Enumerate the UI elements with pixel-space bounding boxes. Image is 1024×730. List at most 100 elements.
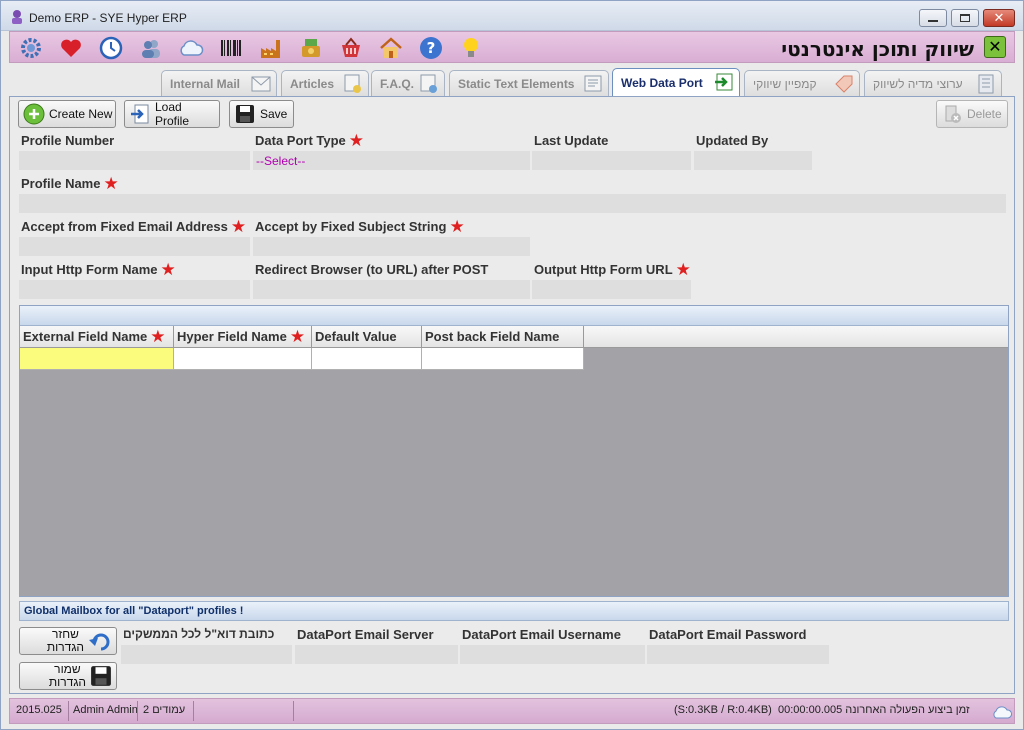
column-default-value[interactable]: Default Value [312, 326, 422, 348]
version-text: 2015.025 [16, 704, 62, 716]
text-elements-icon [584, 75, 602, 92]
minimize-icon [928, 20, 938, 22]
close-window-button[interactable]: ✕ [983, 9, 1015, 27]
email-server-field[interactable] [295, 645, 458, 664]
tab-label: Static Text Elements [458, 76, 575, 91]
svg-text:?: ? [427, 39, 436, 57]
barcode-icon[interactable] [218, 35, 244, 61]
grid-cell-external-field-name[interactable] [20, 348, 174, 370]
status-divider [193, 701, 194, 721]
required-star-icon: ★ [449, 216, 465, 236]
required-star-icon: ★ [675, 259, 691, 279]
clock-icon[interactable] [98, 35, 124, 61]
profile-number-label: Profile Number [21, 133, 115, 148]
tab-faq[interactable]: F.A.Q. [371, 70, 445, 96]
status-divider [68, 701, 69, 721]
redirect-url-field[interactable] [253, 280, 530, 299]
email-password-field[interactable] [647, 645, 829, 664]
status-divider [293, 701, 294, 721]
tab-marketing-channels[interactable]: ערוצי מדיה לשיווק [864, 70, 1002, 96]
redirect-url-label: Redirect Browser (to URL) after POST [255, 262, 489, 277]
home-icon[interactable] [378, 35, 404, 61]
grid-header-filler [584, 326, 1008, 348]
app-icon [12, 10, 22, 24]
accept-subject-label: Accept by Fixed Subject String ★ [255, 216, 465, 236]
accept-subject-field[interactable] [253, 237, 530, 256]
cloud-icon[interactable] [178, 35, 204, 61]
cash-register-icon[interactable] [298, 35, 324, 61]
delete-label: Delete [967, 107, 1002, 121]
profile-name-field[interactable] [19, 194, 1006, 213]
status-divider [137, 701, 138, 721]
global-email-label: כתובת דוא"ל לכל הממשקים [123, 627, 275, 641]
data-port-icon [715, 73, 733, 91]
column-post-back-field-name[interactable]: Post back Field Name [422, 326, 584, 348]
tab-label: ערוצי מדיה לשיווק [873, 76, 963, 91]
window-title: Demo ERP - SYE Hyper ERP [29, 11, 187, 25]
save-settings-label: שמור הגדרות [48, 662, 86, 689]
close-page-button[interactable]: ✕ [984, 36, 1006, 58]
lightbulb-icon[interactable] [458, 35, 484, 61]
basket-icon[interactable] [338, 35, 364, 61]
tab-marketing-campaign[interactable]: קמפיין שיווקי [744, 70, 860, 96]
load-icon [129, 103, 151, 125]
status-bar: 2015.025 Admin Admin 2 עמודים (S:0.3KB /… [9, 698, 1015, 724]
close-icon: ✕ [993, 10, 1005, 25]
tag-icon [835, 75, 853, 93]
data-port-type-select[interactable]: --Select-- [253, 151, 530, 170]
save-label: Save [260, 107, 288, 121]
maximize-button[interactable] [951, 9, 979, 27]
profile-number-field[interactable] [19, 151, 250, 170]
delete-icon [941, 103, 963, 125]
tab-articles[interactable]: Articles [281, 70, 369, 96]
user-text: Admin Admin [73, 704, 138, 716]
web-data-port-panel: Create New Load Profile Save Delete Prof… [9, 96, 1015, 694]
column-external-field-name[interactable]: External Field Name ★ [20, 326, 174, 348]
email-username-label: DataPort Email Username [462, 627, 621, 642]
grid-cell-hyper-field-name[interactable] [174, 348, 312, 370]
load-profile-button[interactable]: Load Profile [124, 100, 220, 128]
pages-text: 2 עמודים [143, 704, 186, 716]
help-icon[interactable]: ? [418, 35, 444, 61]
global-mailbox-section: Global Mailbox for all "Dataport" profil… [19, 601, 1009, 621]
accept-email-field[interactable] [19, 237, 250, 256]
data-port-type-label: Data Port Type ★ [255, 130, 365, 150]
updated-by-field[interactable] [694, 151, 812, 170]
tab-label: קמפיין שיווקי [753, 76, 817, 91]
output-form-field[interactable] [532, 280, 691, 299]
tab-label: Articles [290, 76, 335, 91]
close-icon: ✕ [988, 39, 1002, 56]
tab-static-text-elements[interactable]: Static Text Elements [449, 70, 609, 96]
undo-icon [89, 633, 110, 651]
grid-cell-post-back-field-name[interactable] [422, 348, 584, 370]
accept-email-label: Accept from Fixed Email Address ★ [21, 216, 247, 236]
input-form-field[interactable] [19, 280, 250, 299]
load-profile-label: Load Profile [155, 100, 190, 128]
email-username-field[interactable] [460, 645, 645, 664]
minimize-button[interactable] [919, 9, 947, 27]
restore-settings-button[interactable]: שחזר הגדרות [19, 627, 117, 655]
heart-icon[interactable] [58, 35, 84, 61]
cloud-sync-icon[interactable] [992, 702, 1012, 722]
tab-web-data-port[interactable]: Web Data Port [612, 68, 740, 97]
save-settings-button[interactable]: שמור הגדרות [19, 662, 117, 690]
tab-internal-mail[interactable]: Internal Mail [161, 70, 277, 96]
gear-icon[interactable] [18, 35, 44, 61]
column-hyper-field-name[interactable]: Hyper Field Name ★ [174, 326, 312, 348]
create-new-button[interactable]: Create New [18, 100, 116, 128]
required-star-icon: ★ [289, 326, 306, 346]
add-icon [23, 103, 45, 125]
floppy-icon [91, 666, 111, 686]
global-email-field[interactable] [121, 645, 292, 664]
save-button[interactable]: Save [229, 100, 294, 128]
required-star-icon: ★ [160, 259, 176, 279]
last-update-field[interactable] [532, 151, 691, 170]
main-toolbar: ? שיווק ותוכן אינטרנטי ✕ [9, 31, 1015, 63]
grid-cell-default-value[interactable] [312, 348, 422, 370]
delete-button[interactable]: Delete [936, 100, 1008, 128]
users-icon[interactable] [138, 35, 164, 61]
last-action-time: 00:00:00.005 זמן ביצוע הפעולה האחרונה [778, 704, 970, 716]
factory-icon[interactable] [258, 35, 284, 61]
required-star-icon: ★ [348, 130, 365, 150]
article-icon [344, 74, 361, 93]
